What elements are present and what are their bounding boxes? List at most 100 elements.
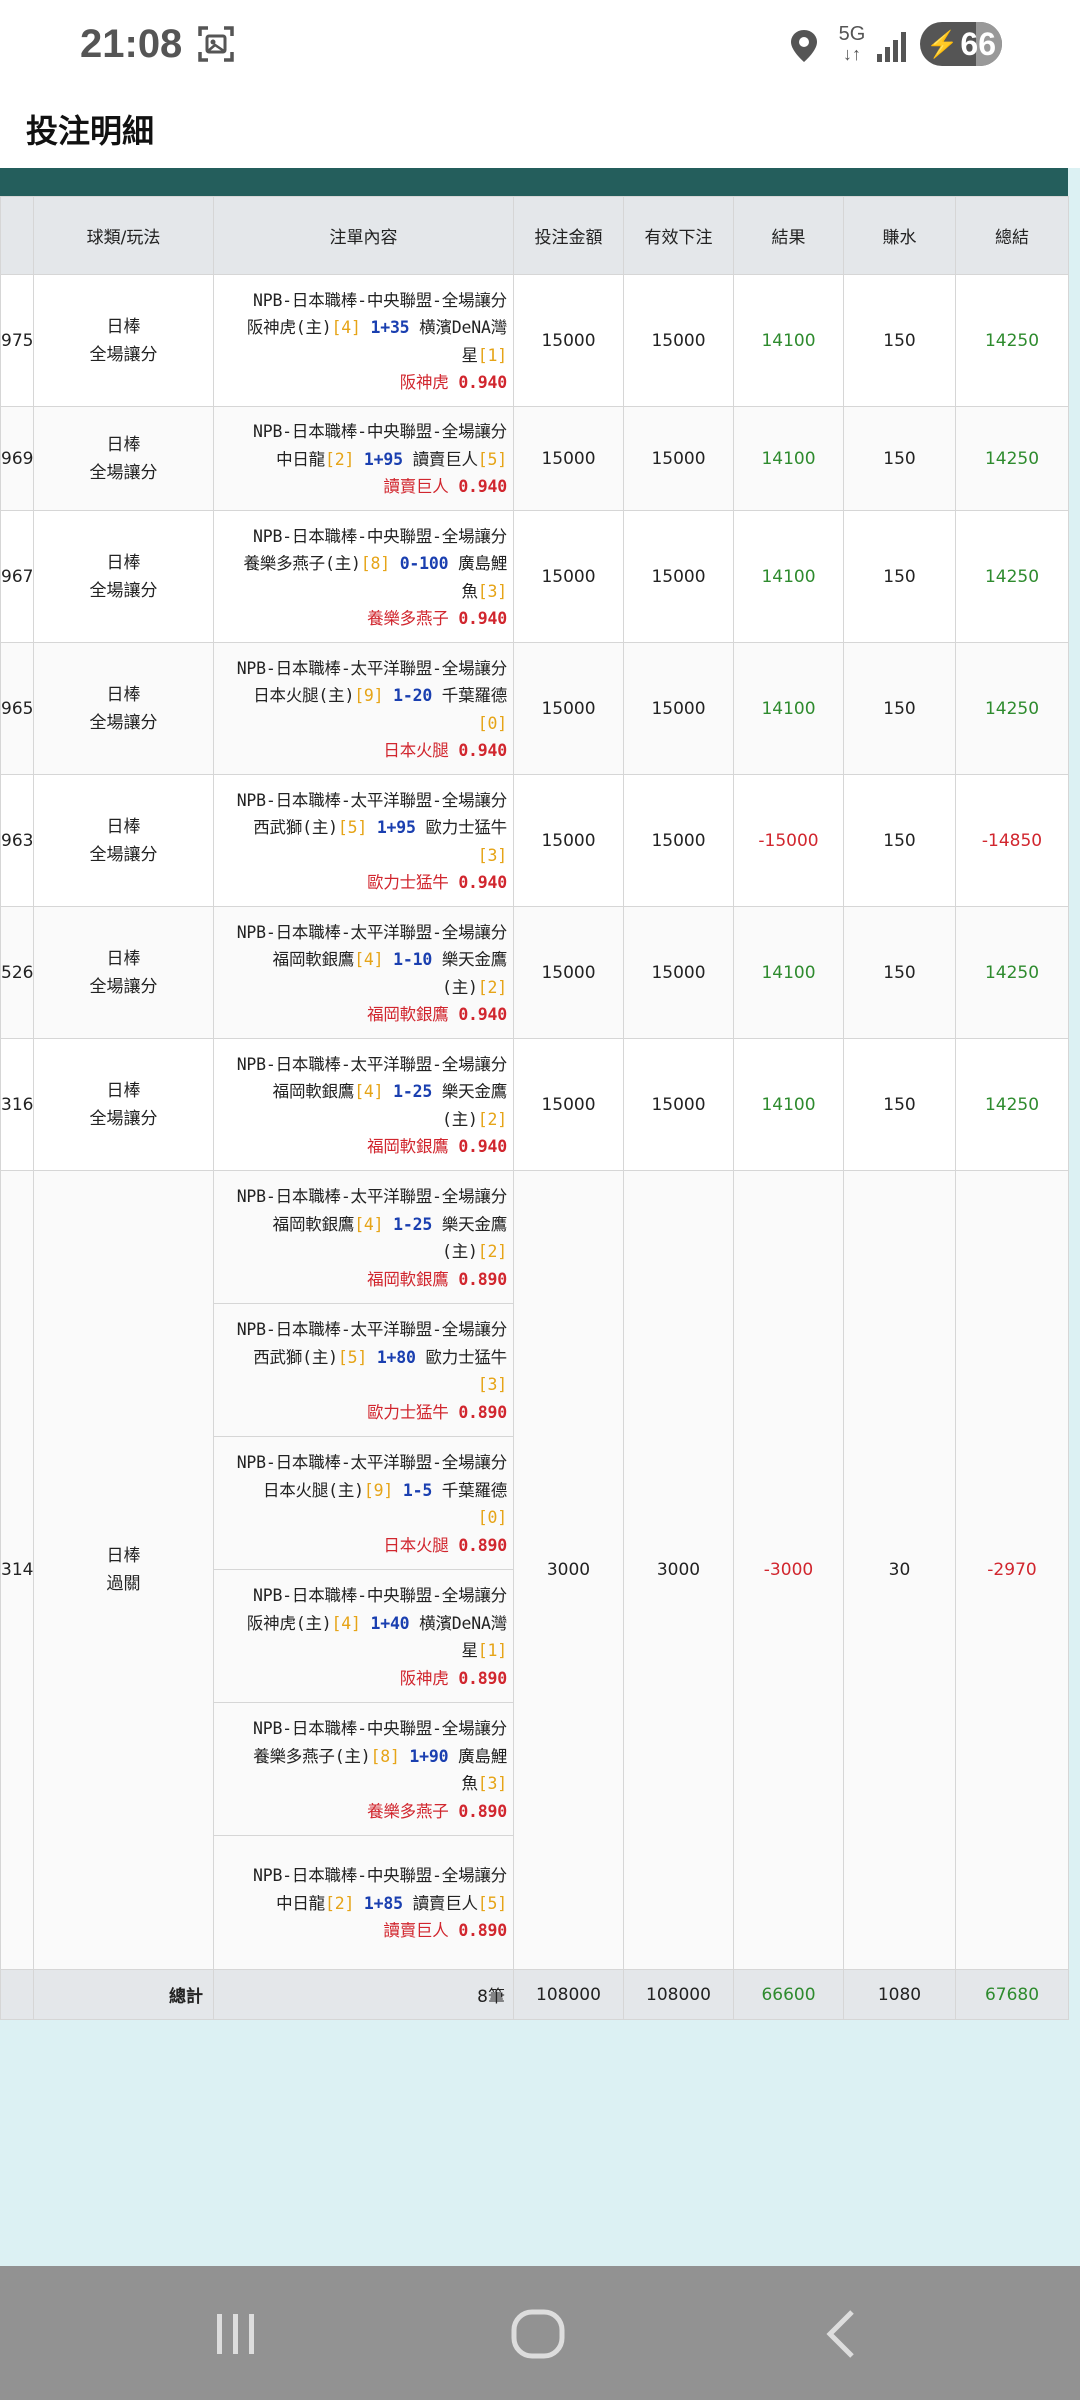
play-type: 全場讓分 (89, 462, 158, 483)
matchup-line-2: 星[1] (220, 342, 507, 370)
team-away: 千葉羅德 (441, 686, 507, 705)
valid-amount: 15000 (623, 642, 734, 775)
parlay-leg: NPB-日本職棒-中央聯盟-全場讓分 養樂多燕子(主)[8] 1+90 廣島鯉 魚[… (214, 1703, 513, 1836)
matchup-line: 西武獅(主)[5] 1+80 歐力士猛牛 (220, 1344, 507, 1372)
handicap-away: [0] (477, 1508, 507, 1527)
totals-valid: 108000 (623, 1969, 734, 2020)
bet-id: 316 (0, 1038, 34, 1171)
matchup-line: 中日龍[2] 1+85 讀賣巨人[5] (220, 1890, 507, 1918)
totals-count: 8筆 (213, 1969, 514, 2020)
total-amount: 14250 (955, 274, 1069, 407)
team-home: 阪神虎(主) (246, 318, 332, 337)
clock: 21:08 (80, 22, 183, 66)
pick-line: 福岡軟銀鷹 0.940 (220, 1001, 507, 1029)
result-amount: 14100 (733, 406, 844, 511)
totals-result: 66600 (733, 1969, 844, 2020)
bet-id: 967 (0, 510, 34, 643)
rebate-amount: 30 (843, 1170, 956, 1970)
sport-name: 日棒 (106, 552, 141, 573)
col-detail: 注單內容 (213, 196, 514, 275)
table-row[interactable]: 967 日棒 全場讓分 NPB-日本職棒-中央聯盟-全場讓分 養樂多燕子(主)[8] 0… (0, 510, 1069, 643)
handicap-home: [2] (324, 449, 355, 469)
col-result: 結果 (733, 196, 844, 275)
handicap-line: 1+85 (363, 1893, 403, 1913)
odds-value: 0.890 (458, 1801, 507, 1821)
table-row[interactable]: 969 日棒 全場讓分 NPB-日本職棒-中央聯盟-全場讓分 中日龍[2] 1+95 讀… (0, 406, 1069, 511)
result-amount: 14100 (733, 1038, 844, 1171)
table-row[interactable]: 965 日棒 全場讓分 NPB-日本職棒-太平洋聯盟-全場讓分 日本火腿(主)[9] 1… (0, 642, 1069, 775)
play-type: 全場讓分 (89, 976, 158, 997)
table-row[interactable]: 963 日棒 全場讓分 NPB-日本職棒-太平洋聯盟-全場讓分 西武獅(主)[5] 1+… (0, 774, 1069, 907)
home-icon[interactable] (506, 2302, 570, 2366)
bet-detail: NPB-日本職棒-中央聯盟-全場讓分 中日龍[2] 1+95 讀賣巨人[5] 讀賣巨… (213, 406, 514, 511)
sport-name: 日棒 (106, 434, 141, 455)
recents-icon[interactable] (204, 2302, 268, 2366)
team-home: 養樂多燕子(主) (243, 554, 361, 573)
total-amount: 14250 (955, 906, 1069, 1039)
matchup-line: 西武獅(主)[5] 1+95 歐力士猛牛 (220, 814, 507, 842)
pick-line: 讀賣巨人 0.940 (220, 473, 507, 501)
team-home: 阪神虎(主) (246, 1613, 332, 1633)
team-away-cont: 魚 (461, 1774, 478, 1793)
pick-line: 福岡軟銀鷹 0.940 (220, 1133, 507, 1161)
table-row-parlay[interactable]: 314 日棒 過關 NPB-日本職棒-太平洋聯盟-全場讓分 福岡軟銀鷹[4] 1-25 … (0, 1170, 1069, 1970)
team-home: 福岡軟銀鷹 (272, 1082, 355, 1101)
charging-icon: ⚡ (926, 28, 959, 59)
totals-label: 總計 (33, 1969, 214, 2020)
result-amount: -3000 (733, 1170, 844, 1970)
picked-team: 福岡軟銀鷹 (367, 1005, 449, 1024)
bet-id: 975 (0, 274, 34, 407)
league-line: NPB-日本職棒-太平洋聯盟-全場讓分 (236, 1187, 508, 1206)
pick-line: 福岡軟銀鷹 0.890 (220, 1266, 507, 1294)
picked-team: 阪神虎 (399, 373, 449, 392)
handicap-line: 1-10 (393, 950, 433, 969)
back-icon[interactable] (810, 2302, 874, 2366)
handicap-home: [8] (360, 554, 390, 573)
stake-amount: 15000 (513, 406, 624, 511)
league-line: NPB-日本職棒-中央聯盟-全場讓分 (252, 1719, 507, 1738)
bet-detail: NPB-日本職棒-太平洋聯盟-全場讓分 日本火腿(主)[9] 1-20 千葉羅德[… (213, 642, 514, 775)
stake-amount: 15000 (513, 1038, 624, 1171)
handicap-line: 1+90 (409, 1746, 449, 1766)
totals-total: 67680 (955, 1969, 1069, 2020)
handicap-home: [5] (337, 1347, 368, 1367)
team-home: 西武獅(主) (253, 818, 338, 837)
matchup-line-2: [3] (220, 842, 507, 870)
matchup-line: 日本火腿(主)[9] 1-20 千葉羅德 (220, 682, 507, 710)
sport-name: 日棒 (106, 948, 141, 969)
bet-detail-table: 球類/玩法 注單內容 投注金額 有效下注 結果 賺水 總結 975 日棒 全場讓分 N… (0, 168, 1069, 2020)
sport-play: 日棒 過關 (33, 1170, 214, 1970)
matchup-line: 日本火腿(主)[9] 1-5 千葉羅德 (220, 1477, 507, 1505)
handicap-away: [1] (477, 1641, 507, 1660)
odds-value: 0.940 (458, 477, 507, 497)
total-amount: -14850 (955, 774, 1069, 907)
odds-value: 0.940 (458, 873, 507, 892)
result-amount: 14100 (733, 510, 844, 643)
table-row[interactable]: 975 日棒 全場讓分 NPB-日本職棒-中央聯盟-全場讓分 阪神虎(主)[4] 1+3… (0, 274, 1069, 407)
handicap-away: [2] (477, 1242, 507, 1261)
team-away: 横濱DeNA灣 (419, 318, 507, 337)
valid-amount: 3000 (623, 1170, 734, 1970)
matchup-line-2: (主)[2] (220, 974, 507, 1002)
picked-team: 歐力士猛牛 (367, 1402, 449, 1422)
handicap-away: [2] (477, 977, 507, 997)
handicap-home: [4] (354, 1214, 384, 1234)
team-home: 西武獅(主) (253, 1347, 338, 1367)
picked-team: 讀賣巨人 (383, 1921, 449, 1941)
battery-indicator: ⚡ 66 (920, 22, 1002, 66)
result-amount: 14100 (733, 642, 844, 775)
network-indicator: 5G ↓↑ (838, 23, 866, 64)
matchup-line-2: [0] (220, 1504, 507, 1532)
team-away: 讀賣巨人 (412, 449, 478, 469)
total-amount: 14250 (955, 510, 1069, 643)
table-row[interactable]: 526 日棒 全場讓分 NPB-日本職棒-太平洋聯盟-全場讓分 福岡軟銀鷹[4] 1-1… (0, 906, 1069, 1039)
league-line: NPB-日本職棒-太平洋聯盟-全場讓分 (236, 1453, 508, 1472)
team-home: 福岡軟銀鷹 (272, 950, 355, 969)
title-bar: 投注明細 (0, 90, 1080, 168)
odds-value: 0.940 (458, 609, 507, 628)
handicap-line: 1+95 (376, 818, 416, 837)
table-header-band (0, 168, 1068, 196)
table-row[interactable]: 316 日棒 全場讓分 NPB-日本職棒-太平洋聯盟-全場讓分 福岡軟銀鷹[4] 1-2… (0, 1038, 1069, 1171)
pick-line: 養樂多燕子 0.890 (220, 1798, 507, 1826)
team-away: 樂天金鷹 (441, 1082, 507, 1101)
